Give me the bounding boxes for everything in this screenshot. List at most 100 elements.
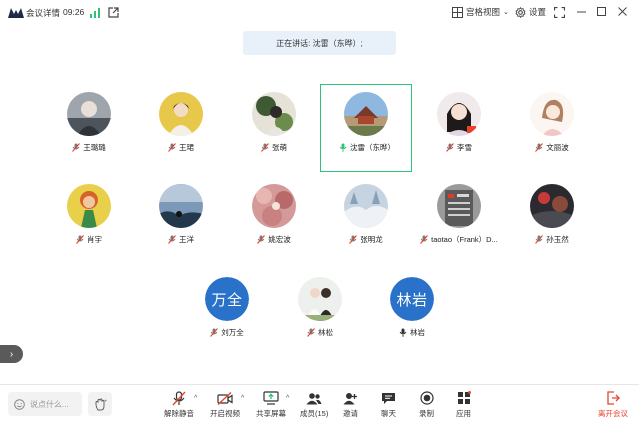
participant-tile[interactable]: 张萌 bbox=[228, 84, 320, 172]
chevron-up-icon[interactable]: ^ bbox=[241, 395, 244, 402]
apps-label: 应用 bbox=[456, 409, 471, 418]
participant-name: 张明龙 bbox=[360, 235, 383, 244]
participant-name: taotao（Frank）D... bbox=[431, 235, 498, 244]
view-mode-label: 宫格视图 bbox=[466, 7, 501, 17]
top-bar: 会议详情 09:26 宫格视图 ⌄ 设置 bbox=[0, 0, 639, 26]
start-video-button[interactable]: 开启视频 bbox=[210, 390, 240, 419]
unmute-button[interactable]: 解除静音 bbox=[164, 390, 194, 419]
apps-button[interactable]: 应用 bbox=[456, 390, 471, 419]
avatar bbox=[298, 277, 342, 321]
avatar bbox=[252, 184, 296, 228]
members-icon bbox=[306, 392, 322, 404]
participant-tile[interactable]: 孙玉然 bbox=[506, 176, 598, 264]
bottom-toolbar: 说点什么... + 解除静音 ^ 开启视频 ^ 共享屏幕 ^ 成员(15) 邀请… bbox=[0, 384, 639, 423]
members-button[interactable]: 成员(15) bbox=[300, 390, 328, 419]
chat-placeholder: 说点什么... bbox=[30, 399, 69, 409]
participant-tile[interactable]: 文丽波 bbox=[506, 84, 598, 172]
mic-muted-icon bbox=[257, 235, 266, 244]
mic-speaking-icon bbox=[339, 143, 347, 152]
avatar bbox=[67, 184, 111, 228]
members-label: 成员(15) bbox=[300, 409, 329, 418]
meeting-info-button[interactable]: 会议详情 bbox=[26, 7, 60, 19]
chat-icon bbox=[382, 392, 395, 404]
close-icon[interactable] bbox=[617, 6, 628, 17]
record-button[interactable]: 录制 bbox=[419, 390, 434, 419]
settings-button[interactable]: 设置 bbox=[515, 6, 546, 18]
invite-icon bbox=[343, 392, 357, 404]
mic-muted-icon bbox=[172, 390, 186, 405]
emoji-icon bbox=[14, 398, 25, 410]
participant-tile[interactable]: 林松 bbox=[274, 269, 366, 357]
participant-tile[interactable]: 姚宏波 bbox=[228, 176, 320, 264]
participant-name: 王洋 bbox=[179, 235, 194, 244]
participant-name: 沈雷（东晔） bbox=[350, 142, 395, 152]
avatar bbox=[252, 92, 296, 136]
invite-button[interactable]: 邀请 bbox=[343, 390, 358, 419]
chat-button[interactable]: 聊天 bbox=[381, 390, 396, 419]
participant-name: 林松 bbox=[318, 328, 333, 337]
expand-panel-button[interactable]: › bbox=[0, 345, 23, 363]
avatar bbox=[159, 184, 203, 228]
avatar bbox=[530, 184, 574, 228]
avatar bbox=[437, 184, 481, 228]
avatar bbox=[344, 184, 388, 228]
record-icon bbox=[419, 391, 434, 405]
participant-name: 文丽波 bbox=[546, 143, 569, 152]
mic-muted-icon bbox=[349, 235, 358, 244]
unmute-label: 解除静音 bbox=[164, 409, 194, 418]
chevron-right-icon: › bbox=[9, 348, 14, 360]
avatar bbox=[159, 92, 203, 136]
mic-muted-icon bbox=[307, 328, 315, 337]
fullscreen-icon[interactable] bbox=[554, 7, 565, 18]
participant-tile[interactable]: 林岩 林岩 bbox=[366, 269, 458, 357]
app-logo-icon bbox=[8, 8, 24, 18]
mic-muted-icon bbox=[535, 143, 544, 152]
leave-meeting-label: 离开会议 bbox=[598, 409, 628, 418]
share-screen-button[interactable]: 共享屏幕 bbox=[256, 390, 286, 419]
participant-name: 王璐璐 bbox=[83, 143, 106, 152]
maximize-icon[interactable] bbox=[596, 6, 607, 17]
mic-muted-icon bbox=[210, 328, 219, 337]
participant-tile[interactable]: 张明龙 bbox=[320, 176, 412, 264]
raise-hand-icon: + bbox=[95, 398, 107, 410]
participant-tile[interactable]: 王洋 bbox=[135, 176, 227, 264]
view-mode-dropdown[interactable]: 宫格视图 ⌄ bbox=[452, 6, 509, 18]
avatar bbox=[343, 91, 388, 136]
start-video-label: 开启视频 bbox=[210, 409, 240, 418]
raise-hand-button[interactable]: + bbox=[88, 392, 112, 416]
chat-quick-input[interactable]: 说点什么... bbox=[8, 392, 82, 416]
chevron-up-icon[interactable]: ^ bbox=[194, 395, 197, 402]
avatar bbox=[437, 92, 481, 136]
leave-meeting-button[interactable]: 离开会议 bbox=[598, 390, 628, 419]
mic-muted-icon bbox=[446, 143, 454, 152]
participant-name: 孙玉然 bbox=[546, 235, 569, 244]
avatar-initials: 林岩 bbox=[390, 277, 434, 321]
avatar: 万全 bbox=[205, 277, 249, 321]
participant-tile[interactable]: 李雪 bbox=[413, 84, 505, 172]
participant-tile[interactable]: 肖宇 bbox=[43, 176, 135, 264]
participant-name: 姚宏波 bbox=[268, 235, 291, 244]
minimize-icon[interactable] bbox=[576, 6, 587, 17]
apps-icon bbox=[457, 391, 471, 404]
avatar bbox=[67, 92, 111, 136]
participant-tile[interactable]: 万全 刘万全 bbox=[181, 269, 273, 357]
screen-share-icon bbox=[263, 391, 279, 405]
participant-tile[interactable]: taotao（Frank）D... bbox=[413, 176, 505, 264]
participant-name: 肖宇 bbox=[87, 235, 102, 244]
mic-muted-icon bbox=[76, 235, 84, 244]
participant-tile[interactable]: 王珺 bbox=[135, 84, 227, 172]
share-screen-label: 共享屏幕 bbox=[256, 409, 286, 418]
grid-view-icon bbox=[452, 6, 463, 18]
gear-icon bbox=[515, 6, 526, 18]
avatar-initials: 万全 bbox=[205, 277, 249, 321]
mic-muted-icon bbox=[261, 143, 269, 152]
meeting-time: 09:26 bbox=[63, 7, 85, 17]
camera-off-icon bbox=[217, 391, 233, 405]
invite-label: 邀请 bbox=[343, 409, 358, 418]
participant-name: 张萌 bbox=[272, 143, 287, 152]
participant-tile[interactable]: 王璐璐 bbox=[43, 84, 135, 172]
chevron-up-icon[interactable]: ^ bbox=[286, 395, 289, 402]
participant-tile-active-speaker[interactable]: 沈雷（东晔） bbox=[320, 84, 412, 172]
participant-name: 林岩 bbox=[410, 328, 425, 337]
share-link-icon[interactable] bbox=[108, 7, 119, 18]
